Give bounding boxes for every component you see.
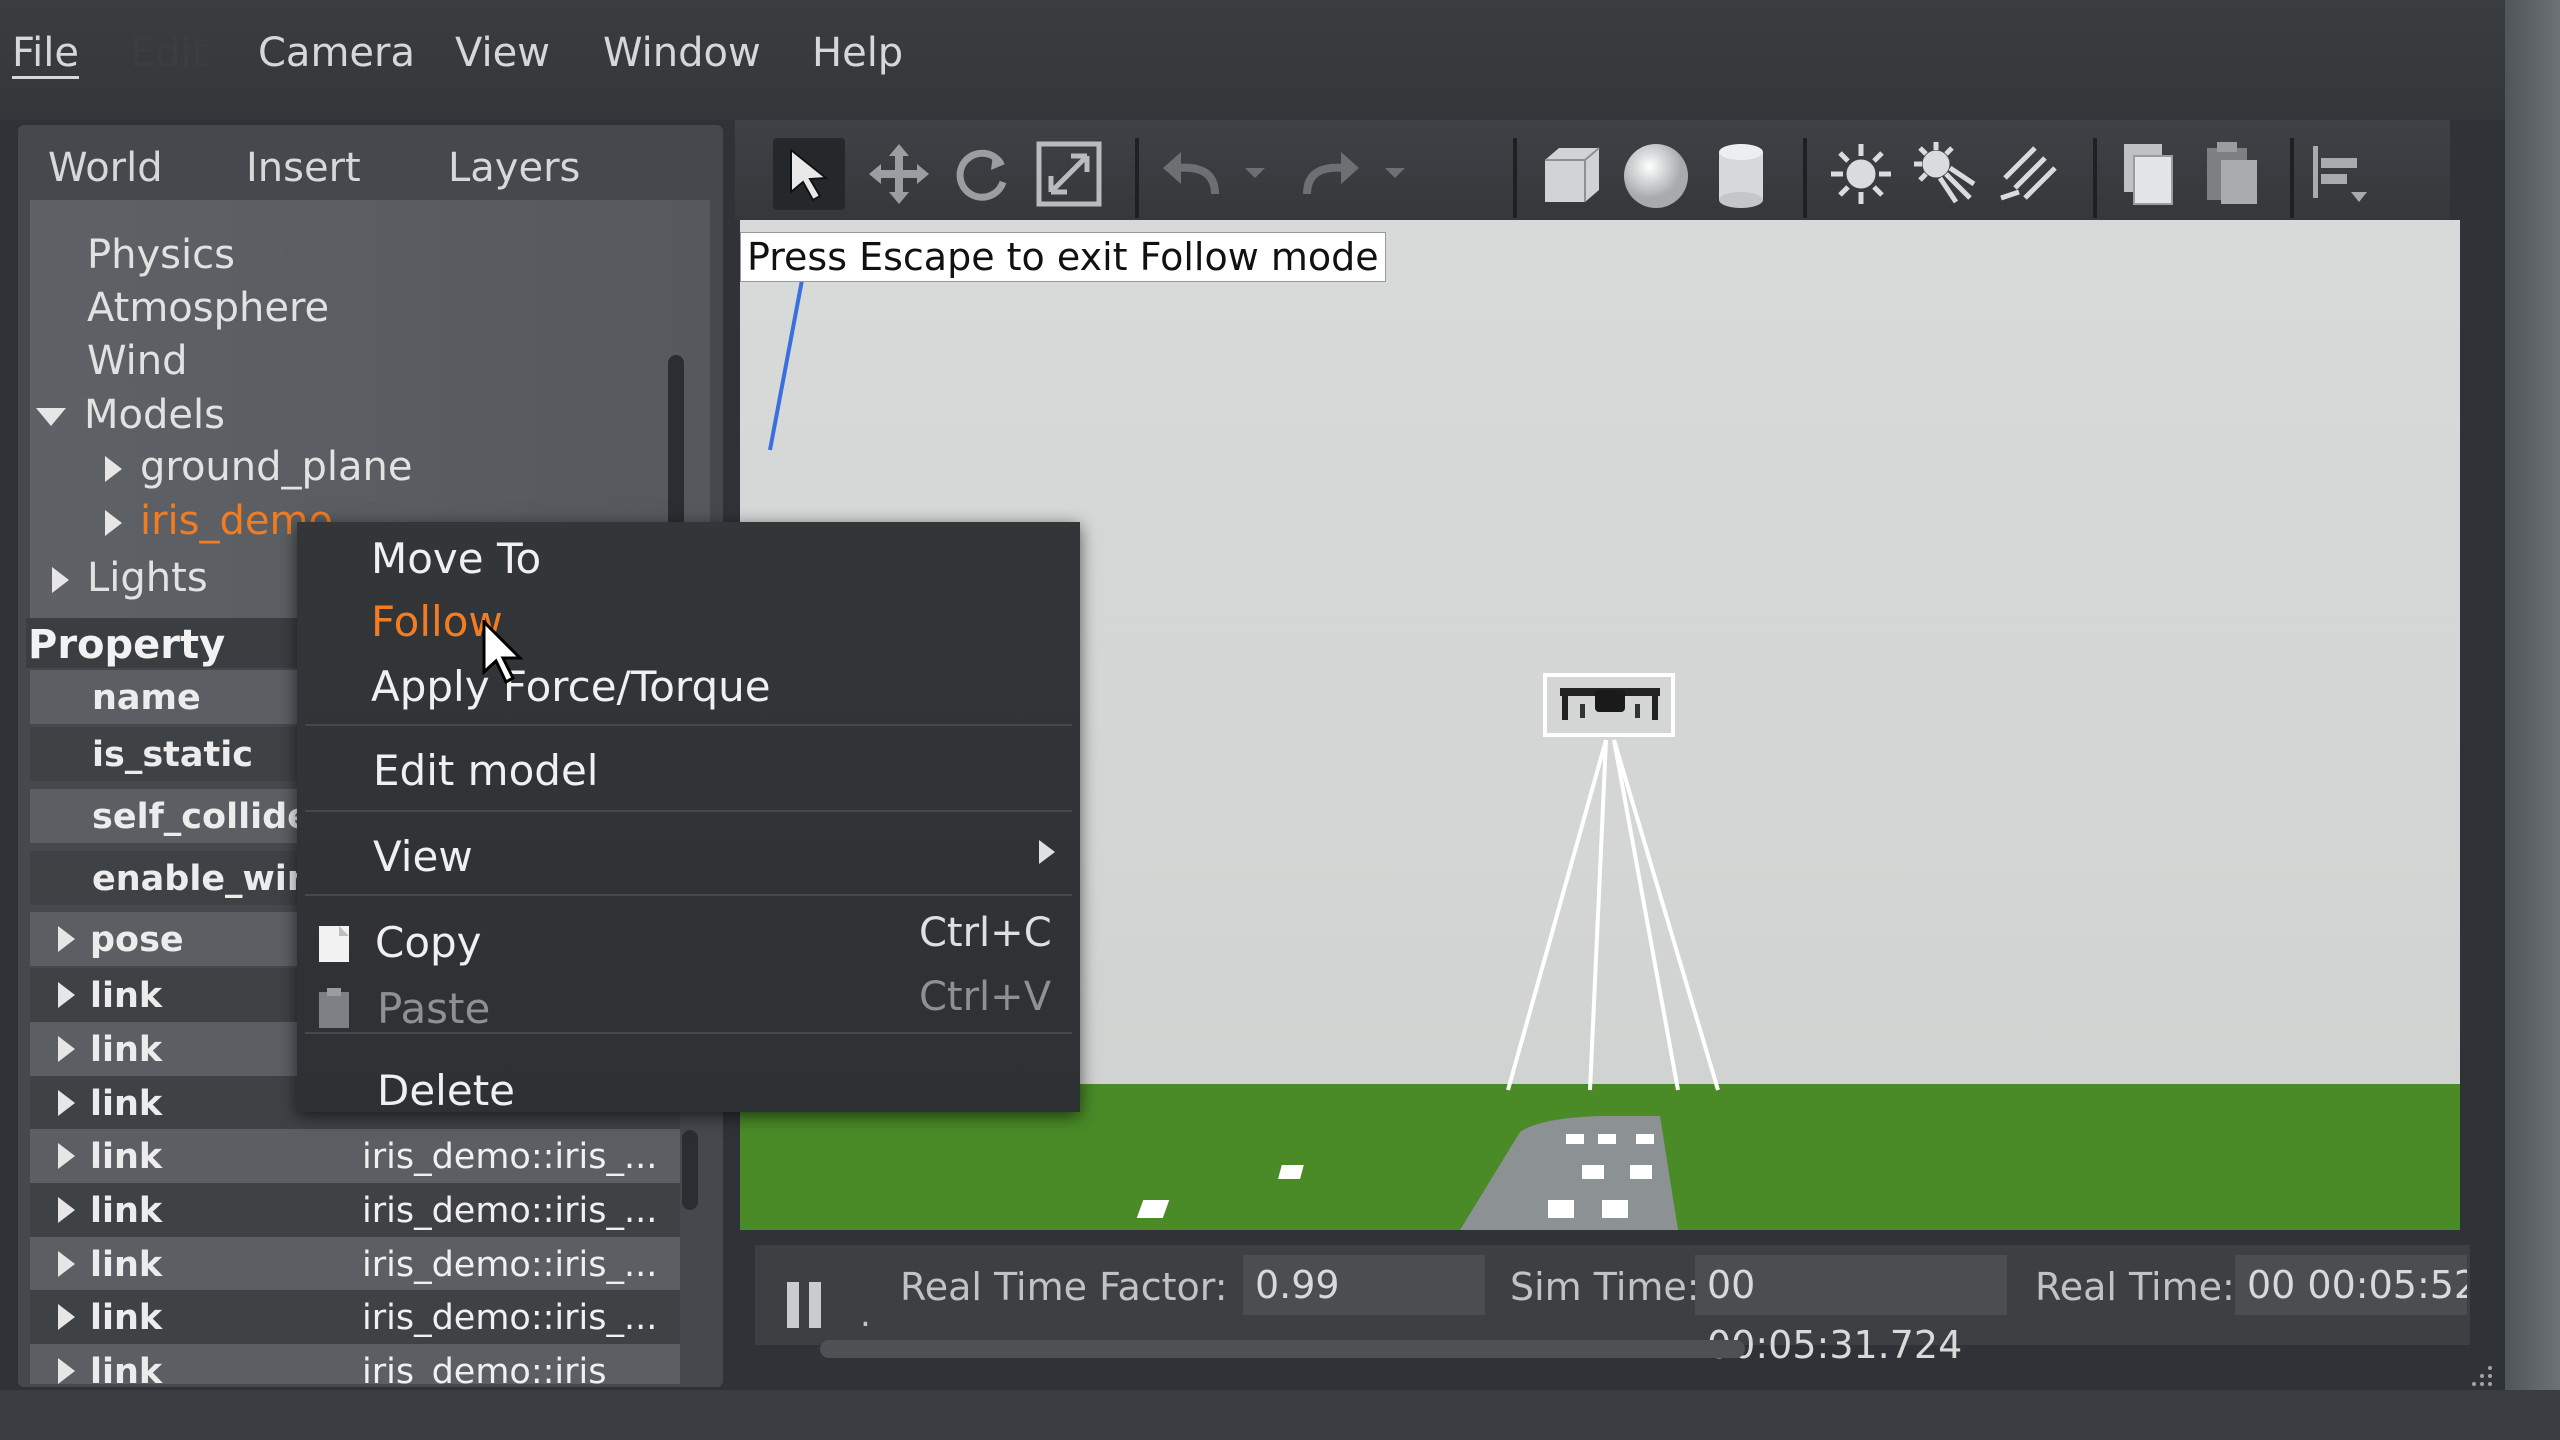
menu-separator <box>305 724 1072 726</box>
collapsed-arrow-icon[interactable] <box>105 456 122 482</box>
sim-time-value: 00 00:05:31.724 <box>1695 1255 2007 1367</box>
submenu-arrow-icon <box>1037 838 1057 870</box>
paste-icon <box>315 986 355 1034</box>
copy-shortcut: Ctrl+C <box>919 910 1052 956</box>
toolbar-separator <box>1803 138 1807 218</box>
box-shape-icon[interactable] <box>1535 138 1607 210</box>
window-edge <box>2505 0 2560 1440</box>
undo-history-icon[interactable] <box>1235 138 1275 210</box>
tab-world[interactable]: World <box>48 145 163 191</box>
menu-item-paste: Paste <box>377 984 491 1033</box>
real-time-factor-value: 0.99 <box>1243 1255 1485 1315</box>
spot-light-icon[interactable] <box>1910 138 1982 210</box>
property-row-link[interactable]: link iris_demo::iris_... <box>30 1237 680 1291</box>
drone-model[interactable] <box>1560 688 1660 720</box>
select-tool-icon[interactable] <box>773 138 845 210</box>
toolbar-separator <box>1135 138 1139 218</box>
property-row-link[interactable]: link iris_demo::iris_... <box>30 1290 680 1344</box>
menu-item-move-to[interactable]: Move To <box>371 534 541 583</box>
collapsed-arrow-icon[interactable] <box>58 1304 75 1330</box>
collapsed-arrow-icon[interactable] <box>58 1251 75 1277</box>
menu-separator <box>305 810 1072 812</box>
status-bar: Real Time Factor: 0.99 Sim Time: 00 00:0… <box>755 1245 2470 1367</box>
property-scrollbar[interactable] <box>682 1130 698 1210</box>
collapsed-arrow-icon[interactable] <box>58 1143 75 1169</box>
tree-item-physics[interactable]: Physics <box>87 232 235 278</box>
point-light-icon[interactable] <box>1825 138 1897 210</box>
menu-help[interactable]: Help <box>812 30 903 76</box>
collapsed-arrow-icon[interactable] <box>52 567 69 593</box>
sphere-shape-icon[interactable] <box>1620 138 1692 210</box>
tab-insert[interactable]: Insert <box>246 145 361 191</box>
scale-tool-icon[interactable] <box>1033 138 1105 210</box>
sim-time-label: Sim Time: <box>1510 1265 1700 1309</box>
window-bottom-edge <box>0 1390 2560 1440</box>
menu-separator <box>305 1032 1072 1034</box>
collapsed-arrow-icon[interactable] <box>58 1090 75 1116</box>
toolbar <box>735 120 2450 220</box>
menu-item-apply-force-torque[interactable]: Apply Force/Torque <box>371 662 771 711</box>
copy-icon <box>315 922 355 970</box>
paste-icon[interactable] <box>2195 138 2267 210</box>
menu-item-copy[interactable]: Copy <box>375 918 482 967</box>
real-time-value: 00 00:05:52. <box>2235 1255 2467 1315</box>
paste-shortcut: Ctrl+V <box>919 974 1052 1020</box>
mouse-cursor-icon <box>480 618 524 690</box>
menu-item-edit-model[interactable]: Edit model <box>373 746 598 795</box>
toolbar-separator <box>2093 138 2097 218</box>
menu-item-delete[interactable]: Delete <box>377 1066 515 1115</box>
context-menu: Move To Follow Apply Force/Torque Edit m… <box>297 522 1080 1115</box>
tab-layers[interactable]: Layers <box>448 145 580 191</box>
collapsed-arrow-icon[interactable] <box>58 926 75 952</box>
collapsed-arrow-icon[interactable] <box>58 1358 75 1384</box>
translate-tool-icon[interactable] <box>863 138 935 210</box>
property-row-link[interactable]: link iris_demo::iris_... <box>30 1183 680 1237</box>
tree-scrollbar[interactable] <box>668 355 684 545</box>
tree-item-lights[interactable]: Lights <box>52 555 208 601</box>
align-icon[interactable] <box>2305 138 2377 210</box>
menu-camera[interactable]: Camera <box>258 30 415 76</box>
toolbar-separator <box>1513 138 1517 218</box>
menubar: File Edit Camera View Window Help <box>0 0 2560 120</box>
drone-tether-lines <box>1506 739 1720 1091</box>
menu-file[interactable]: File <box>12 30 79 79</box>
rotate-tool-icon[interactable] <box>947 138 1019 210</box>
menu-view[interactable]: View <box>455 30 550 76</box>
real-time-factor-label: Real Time Factor: <box>900 1265 1228 1309</box>
property-row-link[interactable]: link iris_demo::iris <box>30 1344 680 1384</box>
undo-icon[interactable] <box>1155 138 1227 210</box>
menu-window[interactable]: Window <box>603 30 761 76</box>
redo-history-icon[interactable] <box>1375 138 1415 210</box>
tree-item-atmosphere[interactable]: Atmosphere <box>87 285 329 331</box>
expanded-arrow-icon[interactable] <box>36 408 66 426</box>
collapsed-arrow-icon[interactable] <box>105 510 122 536</box>
pause-icon[interactable] <box>785 1282 825 1332</box>
menu-edit[interactable]: Edit <box>130 30 207 76</box>
directional-light-icon[interactable] <box>1995 138 2067 210</box>
menu-item-view[interactable]: View <box>373 832 473 881</box>
cylinder-shape-icon[interactable] <box>1705 138 1777 210</box>
property-row-link[interactable]: link iris_demo::iris_... <box>30 1129 680 1183</box>
resize-grip-icon[interactable] <box>2468 1362 2494 1392</box>
collapsed-arrow-icon[interactable] <box>58 1036 75 1062</box>
collapsed-arrow-icon[interactable] <box>58 1197 75 1223</box>
tree-item-models[interactable]: Models <box>36 392 225 438</box>
real-time-label: Real Time: <box>2035 1265 2235 1309</box>
horizontal-scrollbar[interactable] <box>820 1340 1745 1358</box>
follow-mode-hint: Press Escape to exit Follow mode <box>740 232 1386 282</box>
copy-icon[interactable] <box>2110 138 2182 210</box>
collapsed-arrow-icon[interactable] <box>58 982 75 1008</box>
tree-item-ground-plane[interactable]: ground_plane <box>105 444 413 490</box>
menu-separator <box>305 894 1072 896</box>
step-icon[interactable]: . <box>860 1295 871 1335</box>
tree-item-wind[interactable]: Wind <box>87 338 188 384</box>
toolbar-separator <box>2290 138 2294 218</box>
redo-icon[interactable] <box>1295 138 1367 210</box>
